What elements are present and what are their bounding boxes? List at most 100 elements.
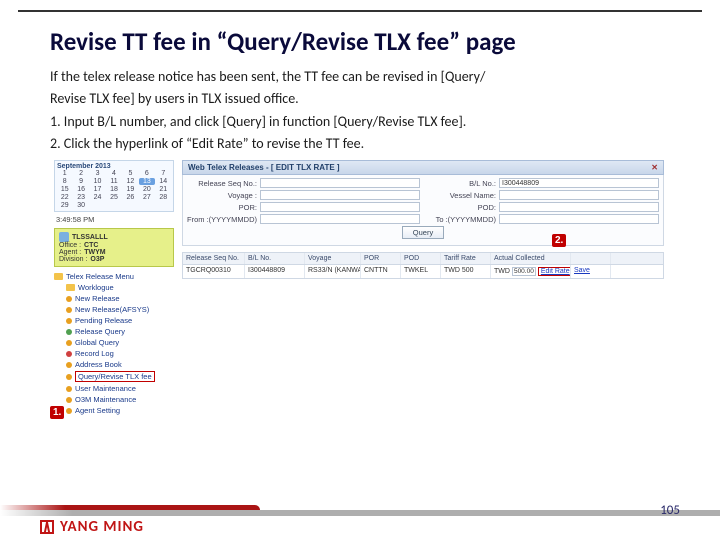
col-bl: B/L No. — [245, 253, 305, 264]
clock: 3:49:58 PM — [56, 215, 174, 224]
tree-root[interactable]: Telex Release Menu — [66, 272, 134, 281]
tree-item[interactable]: New Release(AFSYS) — [75, 305, 149, 314]
query-form: Release Seq No.: B/L No.:I300448809 Voya… — [182, 175, 664, 246]
voyage-input[interactable] — [260, 190, 420, 200]
tree-item[interactable]: O3M Maintenance — [75, 395, 136, 404]
por-label: POR: — [187, 203, 257, 212]
tree-item[interactable]: Address Book — [75, 360, 122, 369]
division-value: O3P — [90, 256, 104, 263]
por-input[interactable] — [260, 202, 420, 212]
calendar-widget: September 2013 1234567 891011121314 1516… — [54, 160, 174, 212]
col-tariff: Tariff Rate — [441, 253, 491, 264]
user-id: TLSSALLL — [72, 234, 108, 241]
bl-label: B/L No.: — [426, 179, 496, 188]
calendar-today: 13 — [139, 178, 154, 185]
window-title-text: Web Telex Releases - [ EDIT TLX RATE ] — [188, 163, 340, 172]
pod-input[interactable] — [499, 202, 659, 212]
to-label: To :(YYYYMMDD) — [426, 215, 496, 224]
cell-tariff: TWD 500 — [441, 265, 491, 278]
tree-item[interactable]: Pending Release — [75, 316, 132, 325]
currency: TWD — [494, 268, 510, 275]
brand-logo: YANG MING — [40, 518, 144, 536]
star-icon — [66, 318, 72, 324]
vessel-input[interactable] — [499, 190, 659, 200]
to-input[interactable] — [499, 214, 659, 224]
release-seq-input[interactable] — [260, 178, 420, 188]
instruction-step-1: 1. Input B/L number, and click [Query] i… — [50, 112, 660, 132]
star-icon — [66, 307, 72, 313]
screenshot-sidebar: September 2013 1234567 891011121314 1516… — [54, 160, 174, 416]
agent-label: Agent : — [59, 249, 81, 256]
embedded-screenshot: September 2013 1234567 891011121314 1516… — [54, 160, 664, 450]
window-titlebar: Web Telex Releases - [ EDIT TLX RATE ] ✕ — [182, 160, 664, 175]
bl-input[interactable]: I300448809 — [499, 178, 659, 188]
star-icon — [66, 329, 72, 335]
callout-step-2: 2. — [552, 234, 566, 247]
amount-input[interactable]: 500.00 — [512, 267, 536, 276]
from-input[interactable] — [260, 214, 420, 224]
tree-worklogue[interactable]: Worklogue — [78, 283, 114, 292]
office-label: Office : — [59, 242, 81, 249]
avatar-icon — [59, 232, 69, 242]
tree-item[interactable]: User Maintenance — [75, 384, 136, 393]
instruction-step-2: 2. Click the hyperlink of “Edit Rate” to… — [50, 134, 660, 154]
user-info-box: TLSSALLL Office :CTC Agent :TWYM Divisio… — [54, 228, 174, 267]
office-value: CTC — [84, 242, 98, 249]
cell-actual: TWD 500.00 Edit Rate — [491, 265, 571, 278]
col-voyage: Voyage — [305, 253, 361, 264]
page-title: Revise TT fee in “Query/Revise TLX fee” … — [50, 26, 680, 57]
star-icon — [66, 374, 72, 380]
footer-decoration — [0, 506, 720, 516]
paragraph-line-2: Revise TLX fee] by users in TLX issued o… — [50, 89, 660, 109]
save-link[interactable]: Save — [574, 267, 590, 274]
star-icon — [66, 397, 72, 403]
logo-text: YANG MING — [60, 518, 144, 536]
screenshot-main: Web Telex Releases - [ EDIT TLX RATE ] ✕… — [182, 160, 664, 279]
tree-item[interactable]: New Release — [75, 294, 120, 303]
slide-content: Revise TT fee in “Query/Revise TLX fee” … — [0, 18, 720, 540]
body-text: If the telex release notice has been sen… — [50, 67, 660, 154]
folder-icon — [66, 284, 75, 291]
query-button[interactable]: Query — [402, 226, 444, 239]
calendar-month: September 2013 — [57, 163, 171, 170]
release-seq-label: Release Seq No.: — [187, 179, 257, 188]
star-icon — [66, 351, 72, 357]
cell-pod: TWKEL — [401, 265, 441, 278]
star-icon — [66, 408, 72, 414]
table-header: Release Seq No. B/L No. Voyage POR POD T… — [183, 253, 663, 265]
cell-voyage: RS33/N (KANWAY GLOBAL) — [305, 265, 361, 278]
nav-tree: Telex Release Menu Worklogue New Release… — [54, 271, 174, 416]
tree-item[interactable]: Global Query — [75, 338, 119, 347]
star-icon — [66, 362, 72, 368]
table-row: TGCRQ00310 I300448809 RS33/N (KANWAY GLO… — [183, 265, 663, 278]
star-icon — [66, 340, 72, 346]
paragraph-line-1: If the telex release notice has been sen… — [50, 67, 660, 87]
division-label: Division : — [59, 256, 87, 263]
col-seq: Release Seq No. — [183, 253, 245, 264]
results-table: Release Seq No. B/L No. Voyage POR POD T… — [182, 252, 664, 279]
logo-icon — [40, 520, 54, 534]
calendar-grid: 1234567 891011121314 15161718192021 2223… — [57, 170, 171, 209]
tree-item[interactable]: Agent Setting — [75, 406, 120, 415]
cell-por: CNTTN — [361, 265, 401, 278]
from-label: From :(YYYYMMDD) — [187, 215, 257, 224]
pod-label: POD: — [426, 203, 496, 212]
col-pod: POD — [401, 253, 441, 264]
voyage-label: Voyage : — [187, 191, 257, 200]
top-rule — [18, 10, 702, 12]
col-actual: Actual Collected — [491, 253, 571, 264]
tree-item-highlighted[interactable]: Query/Revise TLX fee — [75, 371, 155, 382]
star-icon — [66, 296, 72, 302]
page-number: 105 — [660, 503, 680, 518]
edit-rate-link[interactable]: Edit Rate — [538, 267, 571, 276]
agent-value: TWYM — [84, 249, 105, 256]
close-icon[interactable]: ✕ — [651, 163, 658, 172]
tree-item[interactable]: Record Log — [75, 349, 114, 358]
col-por: POR — [361, 253, 401, 264]
cell-bl: I300448809 — [245, 265, 305, 278]
star-icon — [66, 386, 72, 392]
tree-item[interactable]: Release Query — [75, 327, 125, 336]
folder-icon — [54, 273, 63, 280]
callout-step-1: 1. — [50, 406, 64, 419]
vessel-label: Vessel Name: — [426, 191, 496, 200]
